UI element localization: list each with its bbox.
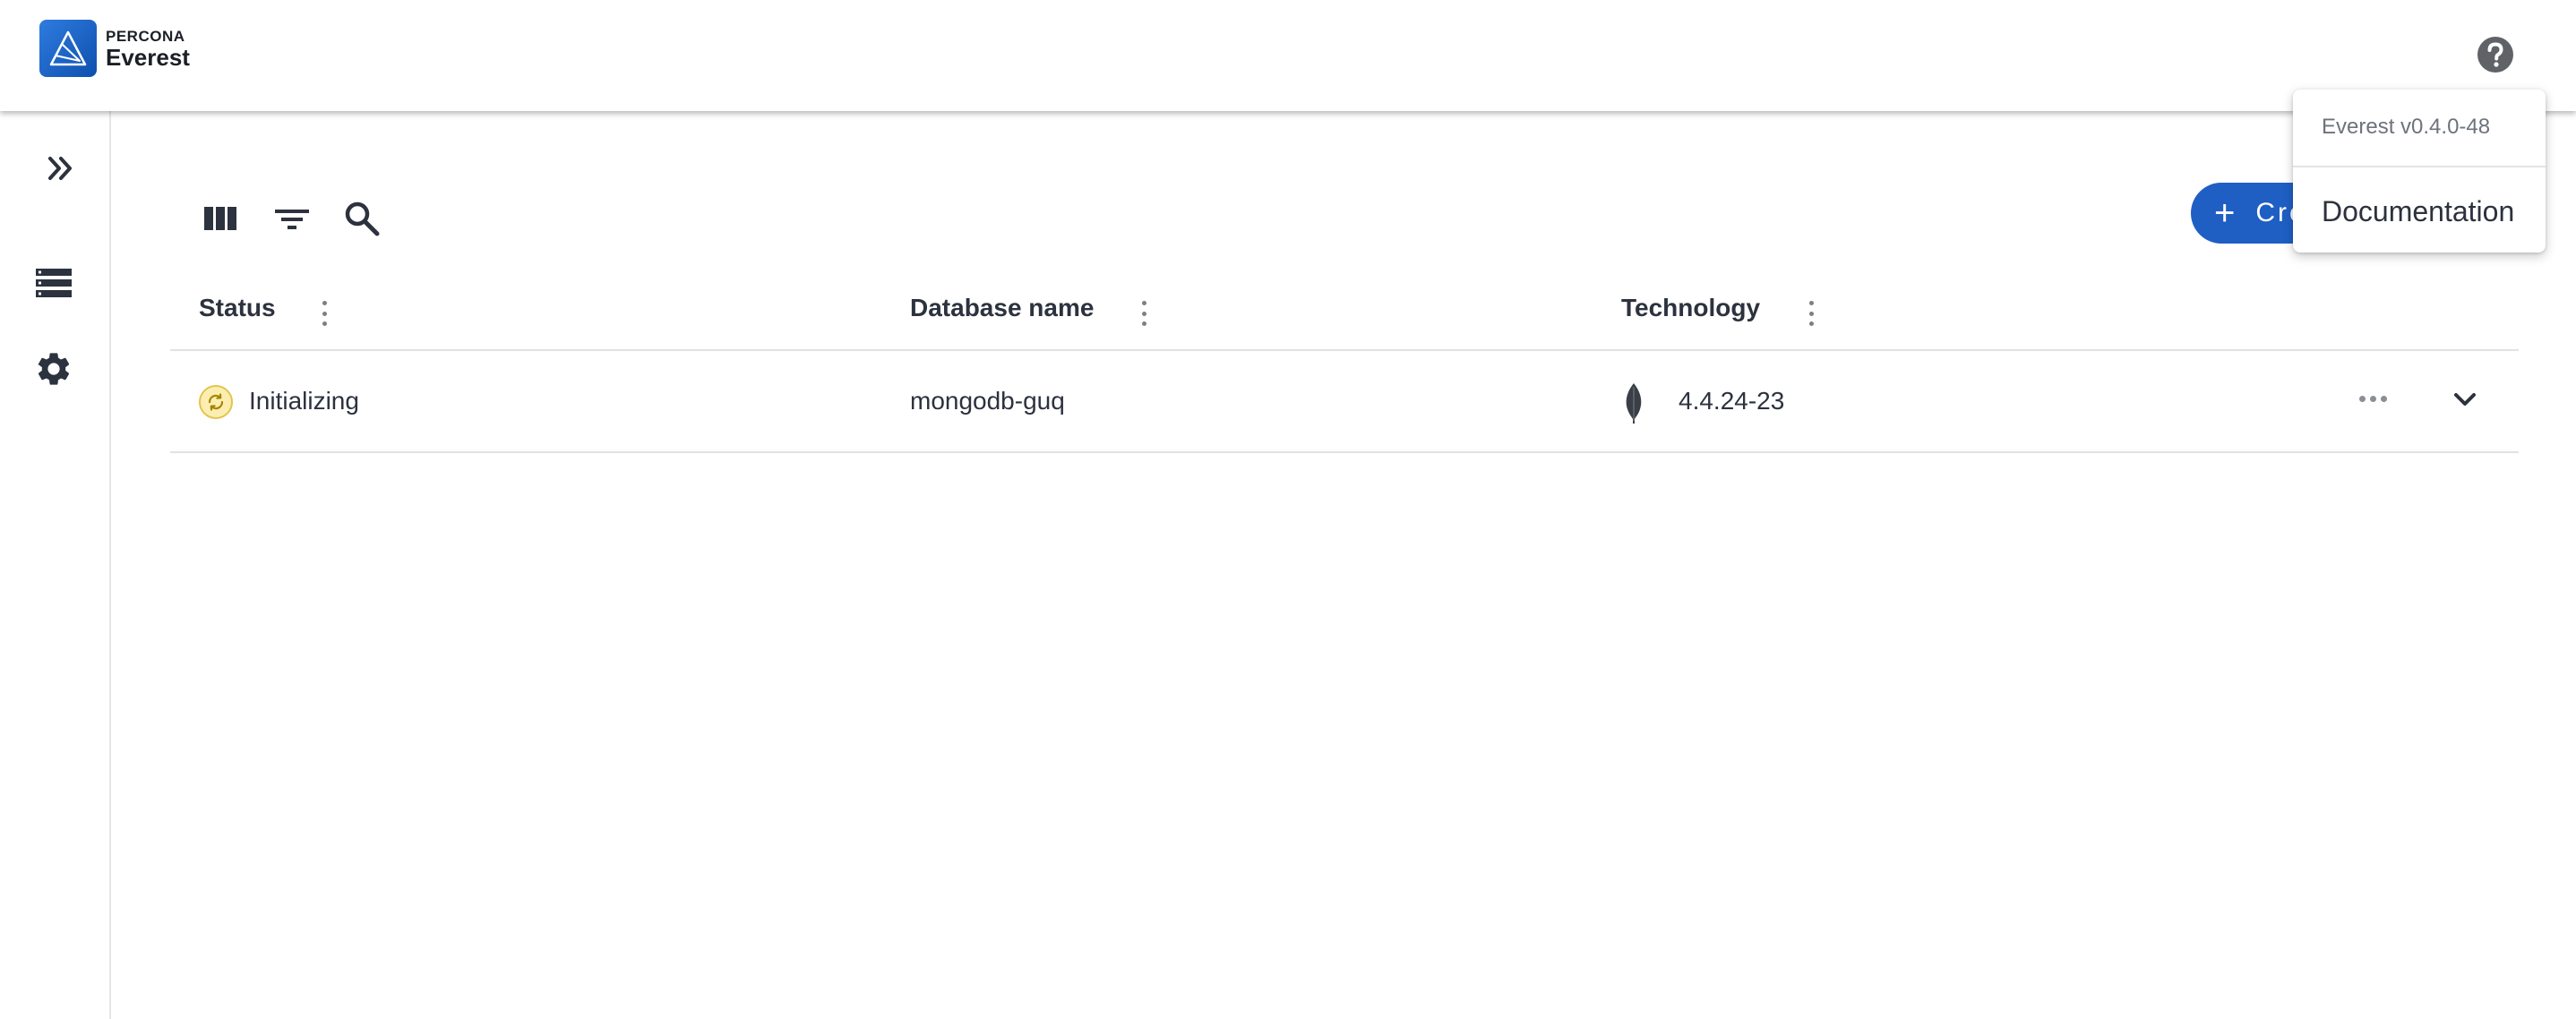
filter-button[interactable] xyxy=(272,199,312,238)
plus-icon: + xyxy=(2214,193,2238,233)
logo[interactable]: PERCONA Everest xyxy=(39,20,190,77)
search-icon xyxy=(345,201,380,236)
mongodb-leaf-icon xyxy=(1623,381,1644,429)
columns-button[interactable] xyxy=(201,199,240,238)
chevron-down-icon[interactable] xyxy=(2449,383,2481,420)
database-list-icon xyxy=(36,269,72,297)
expand-sidebar-button[interactable] xyxy=(39,147,82,190)
column-header-technology[interactable]: Technology xyxy=(1621,294,1760,322)
gear-icon xyxy=(38,353,70,385)
sidebar-item-settings[interactable] xyxy=(32,347,75,390)
databases-table: Status Database name Technology Initiali… xyxy=(170,276,2519,453)
column-header-database-name[interactable]: Database name xyxy=(910,294,1094,322)
database-name: mongodb-guq xyxy=(910,387,1065,415)
app-bar: PERCONA Everest xyxy=(0,0,2576,111)
column-menu-icon[interactable] xyxy=(1140,301,1147,326)
logo-brand: PERCONA xyxy=(106,27,185,45)
logo-product: Everest xyxy=(106,43,190,71)
initializing-status-icon xyxy=(199,385,233,419)
everest-logo-icon xyxy=(39,20,97,77)
table-header: Status Database name Technology xyxy=(170,276,2519,351)
menu-divider xyxy=(2293,166,2546,167)
sidebar-item-databases[interactable] xyxy=(32,261,75,304)
search-button[interactable] xyxy=(342,199,382,238)
row-actions-icon[interactable] xyxy=(2359,396,2387,402)
table-row[interactable]: Initializing mongodb-guq 4.4.24-23 xyxy=(170,351,2519,453)
column-menu-icon[interactable] xyxy=(1807,301,1815,326)
column-menu-icon[interactable] xyxy=(321,301,328,326)
filter-icon xyxy=(275,210,309,229)
version-label: Everest v0.4.0-48 xyxy=(2322,115,2491,139)
help-menu: Everest v0.4.0-48 Documentation xyxy=(2293,90,2546,253)
chevron-double-right-icon xyxy=(48,157,72,180)
columns-icon xyxy=(204,207,236,230)
documentation-menu-item[interactable]: Documentation xyxy=(2322,195,2514,228)
column-header-status[interactable]: Status xyxy=(199,294,276,322)
status-text: Initializing xyxy=(249,387,359,415)
sidebar xyxy=(0,111,111,1019)
help-circle-icon[interactable] xyxy=(2476,35,2515,74)
technology-version: 4.4.24-23 xyxy=(1679,387,1785,415)
